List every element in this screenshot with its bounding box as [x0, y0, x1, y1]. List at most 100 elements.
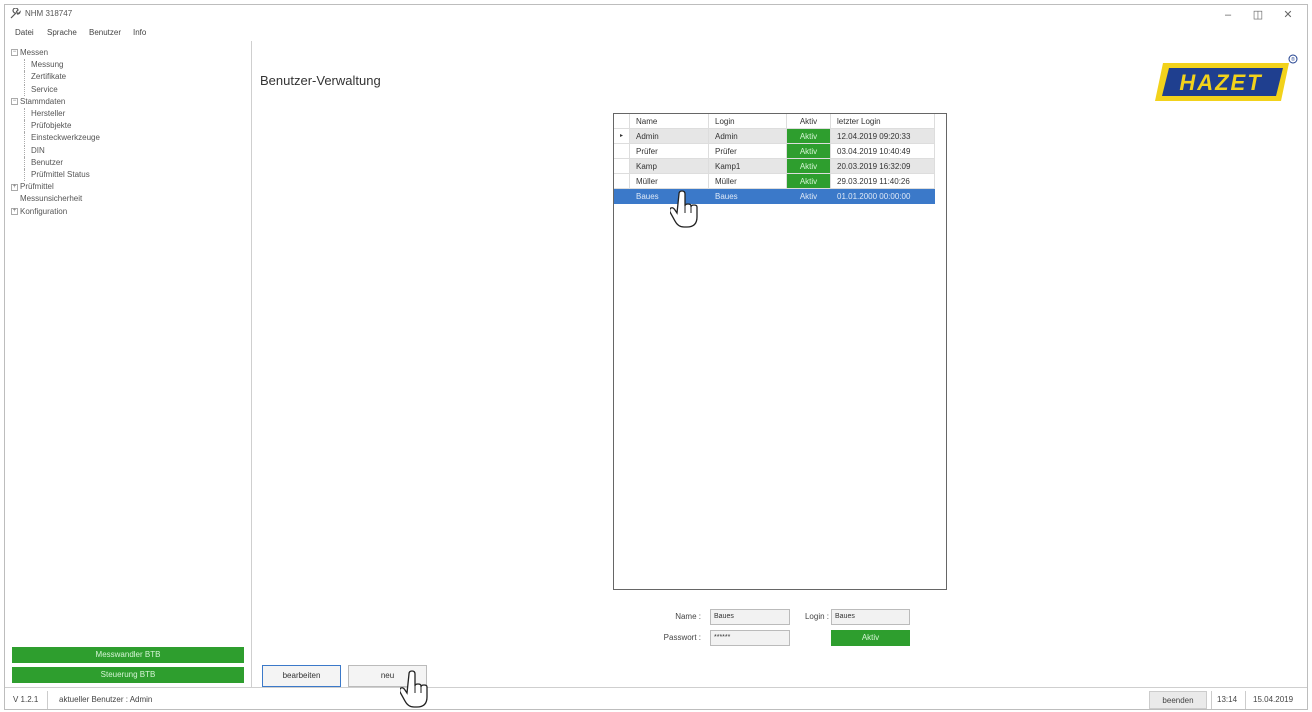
- tree-item[interactable]: Prüfobjekte: [11, 120, 100, 133]
- aktiv-toggle-button[interactable]: Aktiv: [831, 630, 910, 646]
- close-button[interactable]: ✕: [1277, 8, 1299, 22]
- cell-login: Kamp1: [709, 159, 787, 174]
- tree-item[interactable]: Messunsicherheit: [11, 193, 100, 205]
- time-label: 13:14: [1217, 695, 1238, 704]
- menu-benutzer[interactable]: Benutzer: [89, 28, 121, 37]
- column-header-login[interactable]: Login: [709, 114, 787, 129]
- minimize-button[interactable]: –: [1217, 8, 1239, 22]
- wrench-icon: [10, 8, 21, 19]
- window-title: NHM 318747: [25, 9, 73, 18]
- menu-datei[interactable]: Datei: [15, 28, 34, 37]
- tree-item-label: Messunsicherheit: [20, 194, 83, 204]
- status-divider: [47, 691, 48, 709]
- tree-item-label: Zertifikate: [31, 72, 67, 82]
- column-header-name[interactable]: Name: [630, 114, 709, 129]
- date-label: 15.04.2019: [1253, 695, 1294, 704]
- tree-item[interactable]: Einsteckwerkzeuge: [11, 132, 100, 145]
- row-selector: [614, 189, 630, 204]
- cell-login: Prüfer: [709, 144, 787, 159]
- cell-aktiv-badge: Aktiv: [787, 129, 831, 144]
- tree-item[interactable]: Service: [11, 83, 100, 96]
- tree-item[interactable]: Benutzer: [11, 156, 100, 170]
- tree-item-label: Benutzer: [31, 157, 64, 167]
- row-selector: [614, 159, 630, 174]
- user-table: Name Login Aktiv letzter Login ▸ Admin Adm…: [613, 113, 947, 590]
- status-divider: [1245, 691, 1246, 709]
- cell-last-login: 20.03.2019 16:32:09: [831, 159, 935, 174]
- cell-last-login: 12.04.2019 09:20:33: [831, 129, 935, 144]
- tree-item[interactable]: Prüfmittel Status: [11, 169, 100, 182]
- tree-item-label: Hersteller: [31, 109, 66, 119]
- title-bar: NHM 318747 – ◫ ✕: [5, 5, 1307, 25]
- tree-item[interactable]: Messung: [11, 59, 100, 72]
- messwandler-btb-button[interactable]: Messwandler BTB: [12, 647, 244, 663]
- tree-item[interactable]: DIN: [11, 144, 100, 157]
- tree-item[interactable]: − Stammdaten: [11, 96, 100, 108]
- current-user-label: aktueller Benutzer : Admin: [59, 695, 153, 704]
- cell-login: Baues: [709, 189, 787, 204]
- app-window: NHM 318747 – ◫ ✕ Datei Sprache Benutzer …: [4, 4, 1308, 710]
- version-label: V 1.2.1: [13, 695, 39, 704]
- steuerung-btb-button[interactable]: Steuerung BTB: [12, 667, 244, 683]
- edit-button[interactable]: bearbeiten: [262, 665, 341, 687]
- password-field[interactable]: ******: [710, 630, 790, 646]
- table-row[interactable]: Müller Müller Aktiv 29.03.2019 11:40:26: [614, 174, 946, 189]
- restore-button[interactable]: ◫: [1247, 8, 1269, 22]
- cell-aktiv-badge: Aktiv: [787, 174, 831, 189]
- expand-icon[interactable]: +: [11, 183, 18, 191]
- expand-icon[interactable]: +: [11, 208, 18, 216]
- cell-aktiv-badge: Aktiv: [787, 159, 831, 174]
- cell-name: Admin: [630, 129, 709, 144]
- column-header-aktiv[interactable]: Aktiv: [787, 114, 831, 129]
- name-field[interactable]: Baues: [710, 609, 790, 625]
- cell-aktiv-badge: Aktiv: [787, 144, 831, 159]
- tree-item[interactable]: Zertifikate: [11, 71, 100, 84]
- hazet-logo-text: HAZET: [1179, 70, 1262, 95]
- page-title: Benutzer-Verwaltung: [260, 73, 381, 88]
- collapse-icon[interactable]: −: [11, 98, 18, 106]
- cell-name: Müller: [630, 174, 709, 189]
- tree-item-label: Prüfmittel Status: [31, 170, 90, 180]
- table-row[interactable]: Kamp Kamp1 Aktiv 20.03.2019 16:32:09: [614, 159, 946, 174]
- row-selector: [614, 144, 630, 159]
- cell-login: Admin: [709, 129, 787, 144]
- row-selector-header: [614, 114, 630, 129]
- table-row[interactable]: Prüfer Prüfer Aktiv 03.04.2019 10:40:49: [614, 144, 946, 159]
- tree-item-label: Konfiguration: [20, 206, 68, 216]
- hazet-logo: HAZET ®: [1155, 54, 1298, 101]
- row-selector: [614, 174, 630, 189]
- cell-last-login: 01.01.2000 00:00:00: [831, 189, 935, 204]
- navigation-tree: − Messen Messung Zertifikate Service − Stammda…: [11, 47, 100, 218]
- tree-item-label: DIN: [31, 145, 45, 155]
- login-field[interactable]: Baues: [831, 609, 910, 625]
- collapse-icon[interactable]: −: [11, 49, 18, 57]
- tree-item[interactable]: Hersteller: [11, 108, 100, 121]
- exit-button[interactable]: beenden: [1149, 691, 1207, 709]
- tree-item[interactable]: − Messen: [11, 47, 100, 59]
- tree-item-label: Service: [31, 84, 58, 94]
- menu-sprache[interactable]: Sprache: [47, 28, 77, 37]
- tree-item-label: Stammdaten: [20, 96, 66, 106]
- tree-item-label: Einsteckwerkzeuge: [31, 133, 100, 143]
- cell-last-login: 29.03.2019 11:40:26: [831, 174, 935, 189]
- main-panel: Benutzer-Verwaltung HAZET ® Name Login A…: [253, 41, 1307, 687]
- status-divider: [1211, 691, 1212, 709]
- menu-bar: Datei Sprache Benutzer Info: [5, 25, 1307, 41]
- hand-cursor-icon: [670, 190, 698, 228]
- tree-item[interactable]: + Prüfmittel: [11, 181, 100, 193]
- login-label: Login :: [804, 612, 829, 621]
- row-selector: ▸: [614, 129, 630, 144]
- tree-item-label: Prüfmittel: [20, 182, 54, 192]
- menu-info[interactable]: Info: [133, 28, 146, 37]
- column-header-last-login[interactable]: letzter Login: [831, 114, 935, 129]
- password-label: Passwort :: [663, 633, 701, 642]
- svg-text:®: ®: [1291, 56, 1295, 63]
- cell-last-login: 03.04.2019 10:40:49: [831, 144, 935, 159]
- sidebar: − Messen Messung Zertifikate Service − Stammda…: [5, 41, 252, 687]
- table-row[interactable]: Baues Baues Aktiv 01.01.2000 00:00:00: [614, 189, 946, 204]
- name-label: Name :: [675, 612, 701, 621]
- status-bar: V 1.2.1 aktueller Benutzer : Admin beend…: [5, 687, 1307, 711]
- table-row[interactable]: ▸ Admin Admin Aktiv 12.04.2019 09:20:33: [614, 129, 946, 144]
- cell-login: Müller: [709, 174, 787, 189]
- tree-item[interactable]: + Konfiguration: [11, 206, 100, 218]
